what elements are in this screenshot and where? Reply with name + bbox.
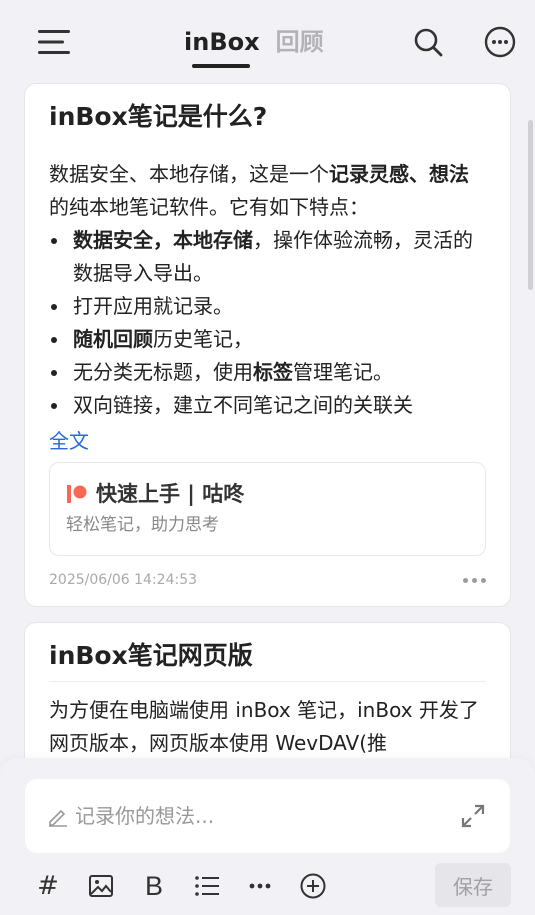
top-bar: inBox 回顾	[0, 0, 535, 82]
search-button[interactable]	[408, 22, 448, 62]
tab-inbox[interactable]: inBox	[184, 26, 260, 58]
add-button[interactable]	[295, 868, 331, 904]
note-input[interactable]	[75, 804, 458, 828]
menu-button[interactable]	[34, 24, 74, 60]
list-icon	[195, 876, 219, 896]
hash-icon: #	[37, 871, 59, 901]
note-timestamp: 2025/06/06 14:24:53	[49, 572, 198, 588]
note-title: inBox笔记网页版	[49, 639, 486, 682]
scrollbar[interactable]	[528, 120, 533, 290]
full-text-link[interactable]: 全文	[25, 426, 113, 456]
expand-button[interactable]	[458, 801, 488, 831]
list-item: 数据安全，本地存储，操作体验流畅，灵活的数据导入导出。	[49, 224, 486, 290]
note-intro: 数据安全、本地存储，这是一个记录灵感、想法的纯本地笔记软件。它有如下特点：	[49, 162, 469, 219]
image-icon	[89, 875, 113, 897]
tag-button[interactable]: #	[30, 868, 66, 904]
list-item: 无分类无标题，使用标签管理笔记。	[49, 356, 486, 389]
tab-review[interactable]: 回顾	[276, 26, 324, 58]
ellipsis-icon	[249, 883, 271, 889]
image-button[interactable]	[83, 868, 119, 904]
list-item: 打开应用就记录。	[49, 290, 486, 323]
plus-circle-icon	[300, 873, 326, 899]
editor-toolbar: # B	[30, 866, 348, 906]
bold-icon: B	[144, 870, 163, 901]
link-preview-card[interactable]: 快速上手 | 咕咚 轻松笔记，助力思考	[49, 462, 486, 556]
active-tab-indicator	[192, 64, 250, 68]
list-button[interactable]	[189, 868, 225, 904]
list-item: 随机回顾历史笔记，	[49, 323, 486, 356]
search-icon	[414, 28, 443, 57]
expand-icon	[461, 804, 485, 828]
pen-icon	[49, 809, 67, 827]
list-item: 双向链接，建立不同笔记之间的关联关	[49, 389, 486, 422]
more-options-button[interactable]	[480, 22, 520, 62]
more-tools-button[interactable]	[242, 868, 278, 904]
save-button[interactable]: 保存	[435, 863, 511, 907]
note-title: inBox笔记是什么?	[49, 102, 268, 131]
note-footer: 2025/06/06 14:24:53	[49, 572, 486, 588]
tab-bar: inBox 回顾	[184, 26, 324, 58]
link-card-title: 快速上手 | 咕咚	[96, 482, 245, 506]
hamburger-icon	[38, 30, 70, 54]
link-card-subtitle: 轻松笔记，助力思考	[66, 515, 219, 535]
note-card[interactable]: inBox笔记是什么? 数据安全、本地存储，这是一个记录灵感、想法的纯本地笔记软…	[24, 83, 511, 607]
note-more-icon[interactable]	[463, 577, 486, 583]
more-circle-icon	[484, 26, 516, 58]
bold-button[interactable]: B	[136, 868, 172, 904]
note-body: 为方便在电脑端使用 inBox 笔记，inBox 开发了网页版本，网页版本使用 …	[49, 698, 479, 755]
patreon-icon	[66, 483, 88, 505]
feature-list: 数据安全，本地存储，操作体验流畅，灵活的数据导入导出。 打开应用就记录。 随机回…	[25, 224, 510, 422]
composer-box[interactable]	[25, 779, 510, 853]
